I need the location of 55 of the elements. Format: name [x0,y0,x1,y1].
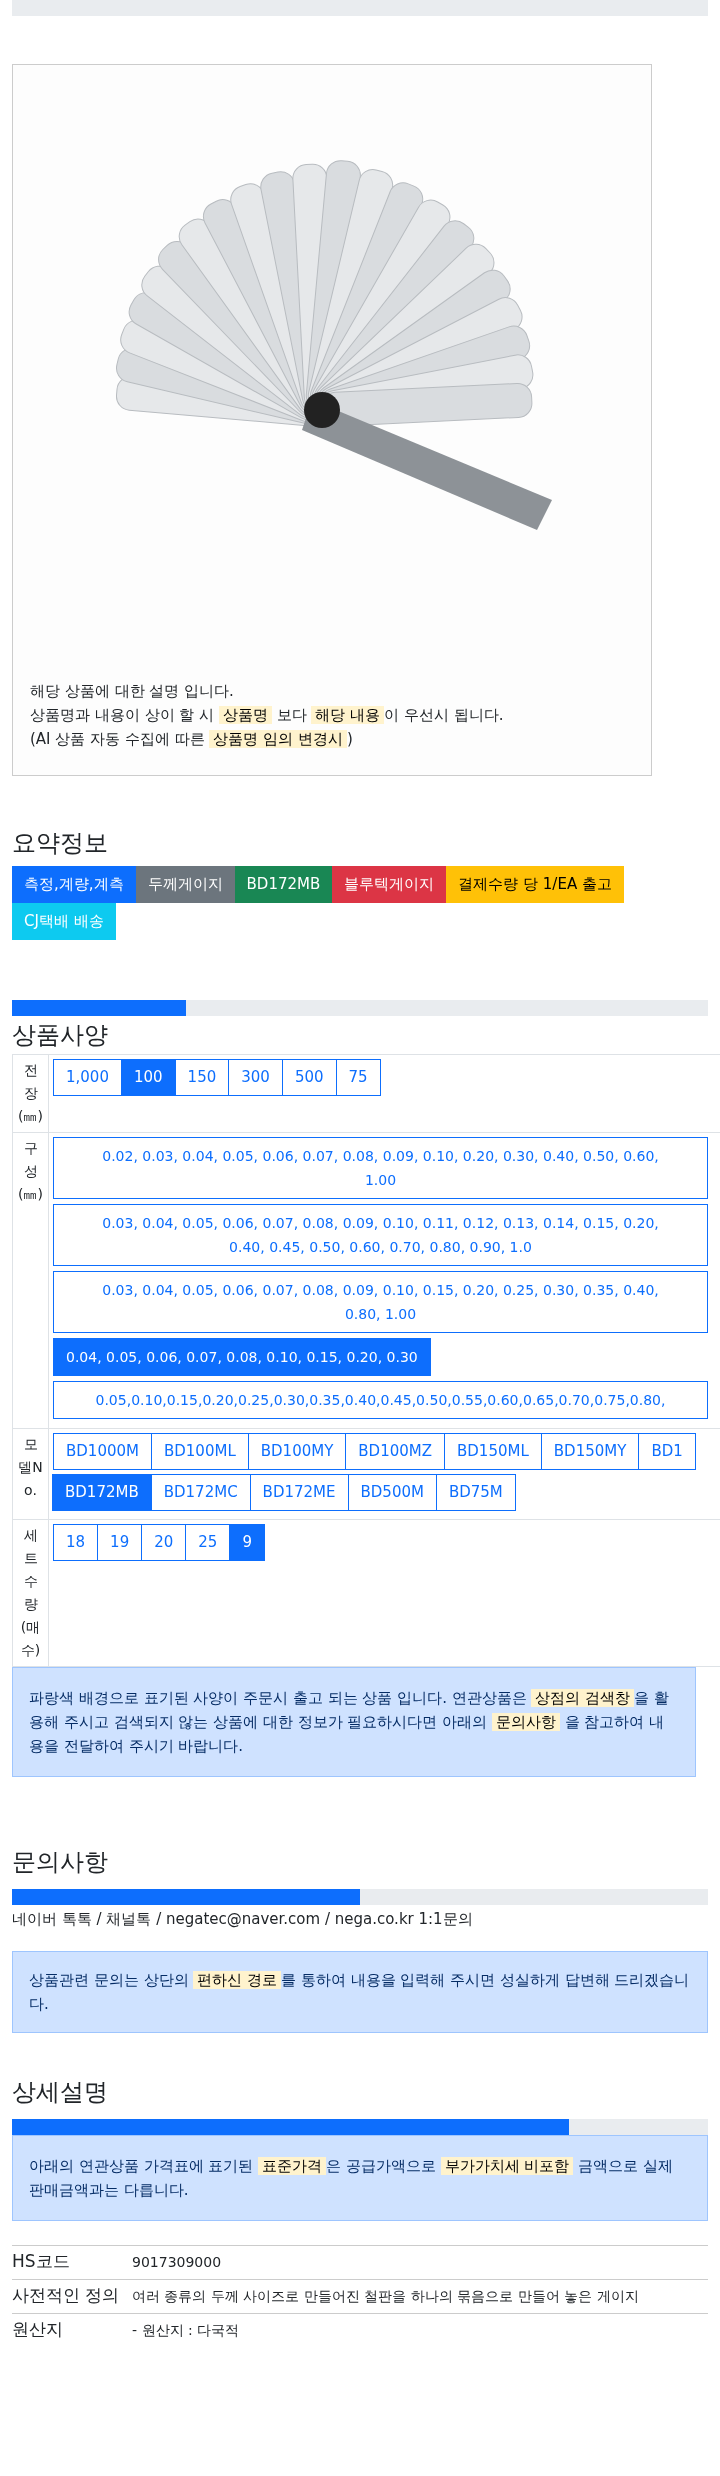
field-label: HS코드 [12,2250,71,2273]
field-label: 사전적인 정의 [12,2284,121,2307]
notice-text: 파랑색 배경으로 표기된 사양이 주문시 출고 되는 상품 입니다. 연관상품은 상점의 검색창 을 활용해 주시고 검색되지 않는 상품에 대한 정보가 필요하시다면 아래의 문의사항 을 참고하여 내용을 전달하여 주시기 바랍니다. [12,1667,696,1777]
caption-line: 해당 상품에 대한 설명 입니다. [30,681,235,702]
option-button[interactable]: 0.03, 0.04, 0.05, 0.06, 0.07, 0.08, 0.09, 0.10, 0.11, 0.12, 0.13, 0.14, 0.15, 0.20, 0.40, 0.45, 0.50, 0.60, 0.70, 0.80, 0.90, 1.0 [53,1204,708,1266]
option-button[interactable]: 1,000 [53,1059,122,1096]
field-label: 원산지 [12,2318,64,2341]
option-button[interactable]: 100 [120,1059,176,1096]
option-button[interactable]: 18 [53,1524,99,1561]
field-value: 9017309000 [132,2253,223,2272]
option-button[interactable]: 0.03, 0.04, 0.05, 0.06, 0.07, 0.08, 0.09, 0.10, 0.15, 0.20, 0.25, 0.30, 0.35, 0.40, 0.80, 1.00 [53,1271,708,1333]
tag: BD172MB [234,866,333,903]
option-button[interactable]: 500 [281,1059,337,1096]
option-button[interactable]: 0.05,0.10,0.15,0.20,0.25,0.30,0.35,0.40,0.45,0.50,0.55,0.60,0.65,0.70,0.75,0.80, [53,1381,708,1419]
option-button[interactable]: 25 [185,1524,231,1561]
option-button[interactable]: BD150MY [540,1433,640,1470]
row-header: 전장(㎜) [17,1061,44,1126]
option-button[interactable]: 9 [229,1524,265,1561]
option-button[interactable]: BD1000M [53,1433,152,1470]
option-button[interactable]: 20 [141,1524,187,1561]
tag: 두께게이지 [135,866,235,903]
option-button[interactable]: BD100MY [247,1433,347,1470]
row-header: 세트수량(매수) [19,1526,42,1660]
option-button[interactable]: BD1 [638,1433,696,1470]
option-button[interactable]: 75 [335,1059,381,1096]
field-value: 여러 종류의 두께 사이즈로 만들어진 철판을 하나의 묶음으로 만들어 놓은 게이지 [132,2287,640,2306]
notice-text: 아래의 연관상품 가격표에 표기된 표준가격 은 공급가액으로 부가가치세 비포함 금액으로 실제 판매금액과는 다릅니다. [12,2135,708,2221]
option-button[interactable]: BD172MB [52,1474,152,1511]
tag: 블루텍게이지 [332,866,447,903]
option-button[interactable]: 0.04, 0.05, 0.06, 0.07, 0.08, 0.10, 0.15, 0.20, 0.30 [53,1338,431,1376]
option-button[interactable]: BD172ME [249,1474,349,1511]
tag: 결제수량 당 1/EA 출고 [446,866,624,903]
option-button[interactable]: 0.02, 0.03, 0.04, 0.05, 0.06, 0.07, 0.08, 0.09, 0.10, 0.20, 0.30, 0.40, 0.50, 0.60, 1.00 [53,1137,708,1199]
option-button[interactable]: 19 [97,1524,143,1561]
section-title: 상세설명 [12,2077,109,2108]
section-title: 상품사양 [12,1020,109,1051]
option-button[interactable]: BD75M [435,1474,516,1511]
caption-line: 상품명과 내용이 상이 할 시 상품명 보다 해당 내용 이 우선시 됩니다. [30,705,505,726]
option-button[interactable]: BD500M [347,1474,437,1511]
section-title: 요약정보 [12,828,109,859]
option-button[interactable]: BD150ML [444,1433,542,1470]
option-button[interactable]: BD100MZ [345,1433,446,1470]
contact-info: 네이버 톡톡 / 채널톡 / negatec@naver.com / nega.co.kr 1:1문의 [12,1909,474,1930]
tag: 측정,계량,계측 [12,866,136,903]
row-header: 모델No. [17,1435,44,1500]
section-title: 문의사항 [12,1847,109,1878]
tag: CJ택배 배송 [12,903,116,940]
option-button[interactable]: 300 [228,1059,283,1096]
option-button[interactable]: BD172MC [150,1474,251,1511]
option-button[interactable]: BD100ML [150,1433,249,1470]
option-button[interactable]: 150 [174,1059,230,1096]
notice-text: 상품관련 문의는 상단의 편하신 경로 를 통하여 내용을 입력해 주시면 성실하게 답변해 드리겠습니다. [12,1951,708,2033]
caption-line: (AI 상품 자동 수집에 따른 상품명 임의 변경시 ) [30,729,354,750]
row-header: 구성(㎜) [17,1139,44,1204]
field-value: - 원산지 : 다국적 [132,2321,241,2340]
